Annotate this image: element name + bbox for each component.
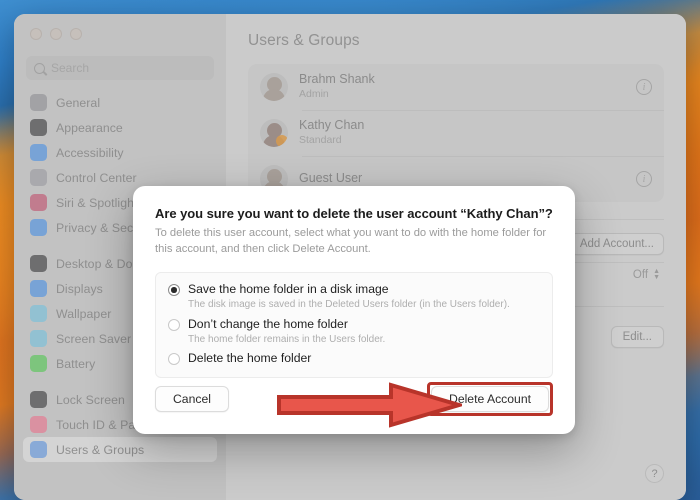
page-title: Users & Groups	[248, 32, 360, 49]
radio-option-text: Delete the home folder	[188, 351, 311, 366]
user-text: Kathy Chan Standard	[299, 118, 364, 147]
avatar	[260, 73, 288, 101]
dialog-title: Are you sure you want to delete the user…	[155, 206, 553, 221]
radio-option-3[interactable]: Delete the home folder	[168, 351, 540, 366]
radio-option-label: Don’t change the home folder	[188, 316, 348, 331]
window-traffic-lights	[14, 14, 226, 48]
radio-option-description: The disk image is saved in the Deleted U…	[188, 299, 510, 311]
sidebar-item-label: Desktop & Dock	[56, 256, 145, 271]
touch-id-icon	[30, 416, 47, 433]
user-text: Brahm Shank Admin	[299, 72, 375, 101]
sidebar-item-label: Control Center	[56, 170, 137, 185]
radio-option-label: Delete the home folder	[188, 351, 312, 366]
lock-icon	[30, 391, 47, 408]
sidebar-item-general[interactable]: General	[23, 90, 217, 115]
radio-option-label: Save the home folder in a disk image	[188, 281, 389, 296]
sidebar-item-label: Displays	[56, 281, 103, 296]
zoom-button[interactable]	[70, 28, 82, 40]
table-row[interactable]: Brahm Shank Admin i	[248, 64, 664, 110]
add-account-button[interactable]: Add Account...	[569, 233, 664, 255]
sidebar-item-accessibility[interactable]: Accessibility	[23, 140, 217, 165]
sidebar-item-label: Siri & Spotlight	[56, 195, 138, 210]
delete-account-highlight: Delete Account	[427, 382, 553, 416]
wallpaper-icon	[30, 305, 47, 322]
battery-icon	[30, 355, 47, 372]
radio-button[interactable]	[168, 353, 180, 366]
close-button[interactable]	[30, 28, 42, 40]
appearance-icon	[30, 119, 47, 136]
sidebar-item-label: Screen Saver	[56, 331, 132, 346]
control-center-icon	[30, 169, 47, 186]
sidebar-item-label: Lock Screen	[56, 392, 125, 407]
minimize-button[interactable]	[50, 28, 62, 40]
sidebar-item-label: General	[56, 95, 101, 110]
cancel-button[interactable]: Cancel	[155, 386, 229, 412]
user-name: Brahm Shank	[299, 72, 375, 87]
sidebar-item-label: Appearance	[56, 120, 123, 135]
search-icon	[34, 62, 45, 74]
delete-account-button[interactable]: Delete Account	[431, 386, 549, 412]
dialog-message: To delete this user account, select what…	[155, 227, 547, 255]
edit-button[interactable]: Edit...	[610, 326, 664, 348]
delete-account-dialog: Are you sure you want to delete the user…	[133, 186, 575, 434]
chevron-updown-icon: ▲ ▼	[653, 268, 660, 281]
user-role: Standard	[299, 134, 342, 146]
user-name: Guest User	[299, 171, 363, 186]
privacy-icon	[30, 219, 47, 236]
radio-option-text: Don’t change the home folder The home fol…	[188, 317, 385, 347]
users-groups-icon	[30, 441, 47, 458]
help-button[interactable]: ?	[645, 464, 664, 483]
radio-option-description: The home folder remains in the Users fol…	[188, 333, 386, 345]
displays-icon	[30, 280, 47, 297]
account-badge-icon	[276, 135, 288, 147]
radio-option-1[interactable]: Save the home folder in a disk image The …	[168, 282, 540, 312]
home-folder-options-group: Save the home folder in a disk image The …	[155, 271, 553, 378]
dialog-footer: Cancel Delete Account	[155, 382, 553, 434]
sidebar-item-appearance[interactable]: Appearance	[23, 115, 217, 140]
info-icon[interactable]: i	[636, 171, 652, 187]
user-text: Guest User	[299, 171, 362, 187]
search-container: Search	[14, 48, 226, 86]
users-list: Brahm Shank Admin i Kathy Chan Standard Guest…	[248, 64, 664, 202]
desktop-dock-icon	[30, 255, 47, 272]
desktop-wallpaper: Search General Appearance Accessibility Con…	[0, 0, 700, 500]
screen-saver-icon	[30, 330, 47, 347]
avatar	[260, 119, 288, 147]
sidebar-item-users-groups[interactable]: Users & Groups	[23, 437, 217, 462]
sidebar-item-label: Users & Groups	[56, 442, 145, 457]
info-icon[interactable]: i	[636, 79, 652, 95]
accessibility-icon	[30, 144, 47, 161]
radio-option-text: Save the home folder in a disk image The …	[188, 282, 510, 312]
radio-button[interactable]	[168, 283, 180, 296]
user-role: Admin	[299, 88, 329, 100]
gear-icon	[30, 94, 47, 111]
radio-button[interactable]	[168, 318, 180, 331]
siri-icon	[30, 194, 47, 211]
table-row[interactable]: Kathy Chan Standard	[248, 110, 664, 156]
search-placeholder: Search	[51, 61, 90, 75]
guest-stepper-value: Off	[632, 269, 649, 281]
sidebar-item-label: Wallpaper	[56, 306, 112, 321]
guest-user-stepper[interactable]: Off ▲ ▼	[632, 268, 660, 281]
user-name: Kathy Chan	[299, 118, 365, 133]
search-input[interactable]: Search	[26, 56, 214, 80]
sidebar-item-label: Battery	[56, 356, 96, 371]
sidebar-item-label: Accessibility	[56, 145, 124, 160]
radio-option-2[interactable]: Don’t change the home folder The home fol…	[168, 317, 540, 347]
